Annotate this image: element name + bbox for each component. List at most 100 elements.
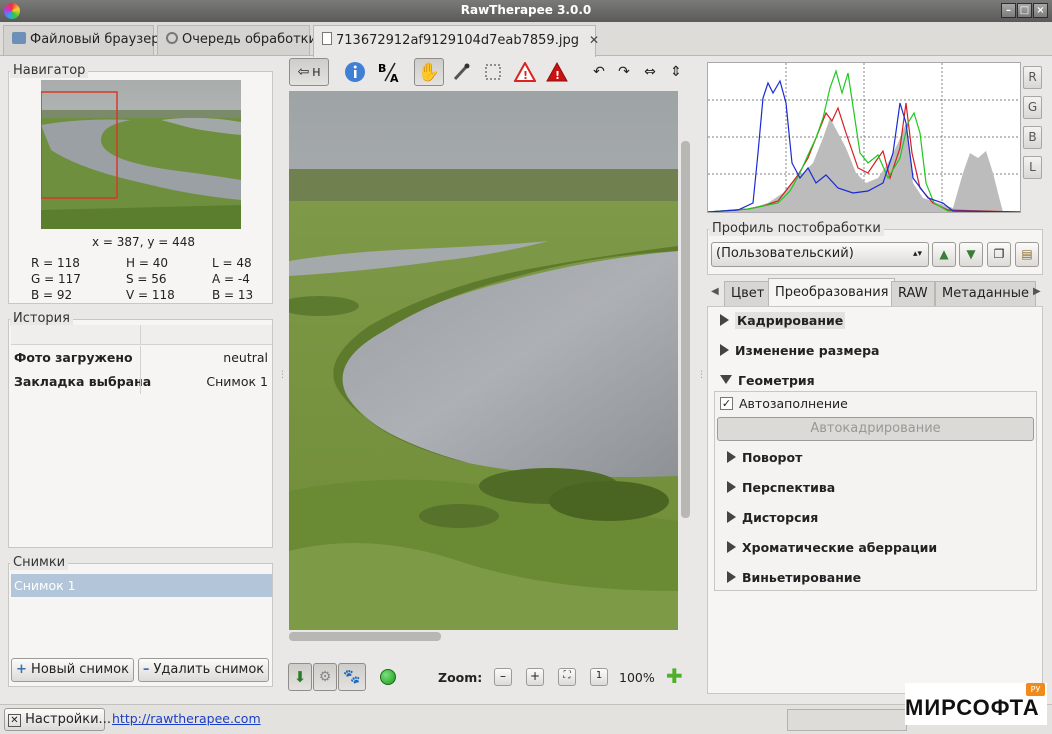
website-link[interactable]: http://rawtherapee.com (112, 711, 261, 726)
save-image-button[interactable]: ⬇ (288, 663, 312, 691)
histogram-luminance-toggle[interactable]: L (1023, 156, 1042, 179)
zoom-out-icon: – (500, 669, 506, 683)
navigator-thumbnail[interactable] (41, 80, 241, 229)
rotate-right-button[interactable]: ↷ (611, 58, 637, 86)
histogram-red-toggle[interactable]: R (1023, 66, 1042, 89)
cursor-coords: x = 387, y = 448 (92, 235, 196, 249)
load-profile-button[interactable]: ▲ (932, 242, 956, 267)
green-plus-icon: ✚ (666, 664, 683, 688)
history-action: Фото загружено (14, 350, 133, 365)
autofill-label: Автозаполнение (739, 396, 848, 411)
rotate-left-button[interactable]: ↶ (586, 58, 612, 86)
section-crop[interactable]: Кадрирование (720, 312, 846, 329)
tab-file-browser[interactable]: Файловый браузер (3, 25, 159, 55)
hide-left-panel-button[interactable]: ⇦ H (289, 58, 329, 86)
tab-batch-queue[interactable]: Очередь обработки (157, 25, 317, 55)
tab-editor[interactable]: 713672912af9129104d7eab7859.jpg ✕ (313, 25, 599, 57)
close-tab-icon[interactable]: ✕ (589, 33, 599, 47)
profile-select[interactable]: (Пользовательский) ▴▾ (711, 242, 929, 267)
history-row[interactable]: Закладка выбрана Снимок 1 (11, 370, 272, 394)
flip-horizontal-button[interactable]: ⇔ (637, 58, 663, 86)
history-row[interactable]: Фото загружено neutral (11, 346, 272, 370)
plus-icon: + (16, 662, 27, 677)
color-picker-button[interactable] (446, 58, 476, 86)
rotate-left-icon: ↶ (593, 64, 605, 80)
flip-vertical-button[interactable]: ⇕ (663, 58, 689, 86)
tab-transform[interactable]: Преобразования (768, 278, 896, 307)
shadow-clip-button[interactable]: ! (542, 58, 572, 86)
tab-raw[interactable]: RAW (891, 281, 935, 306)
before-after-button[interactable]: BA (374, 58, 404, 86)
vertical-scrollbar[interactable] (681, 141, 690, 518)
history-value: neutral (223, 350, 268, 365)
zoom-out-button[interactable]: – (494, 668, 512, 686)
section-chromatic-aberration[interactable]: Хроматические аберрации (727, 540, 937, 555)
crop-tool-button[interactable] (478, 58, 508, 86)
histogram-green-toggle[interactable]: G (1023, 96, 1042, 119)
section-geometry[interactable]: Геометрия (720, 373, 815, 388)
section-rotate[interactable]: Поворот (727, 450, 802, 465)
maximize-button[interactable]: □ (1017, 3, 1032, 18)
settings-button[interactable]: ✕ Настройки... (4, 708, 111, 731)
value-v: V = 118 (126, 288, 175, 302)
tab-label: Очередь обработки (182, 32, 317, 47)
tabs-scroll-left-icon[interactable]: ◀ (711, 286, 719, 297)
value-g: G = 117 (31, 272, 81, 286)
tabs-scroll-right-icon[interactable]: ▶ (1033, 286, 1041, 297)
histogram-blue-toggle[interactable]: B (1023, 126, 1042, 149)
tab-color[interactable]: Цвет (724, 281, 772, 306)
zoom-100-icon: 1 (595, 670, 603, 681)
highlight-clip-button[interactable]: ! (510, 58, 540, 86)
autocrop-button[interactable]: Автокадрирование (717, 417, 1034, 441)
eyedropper-icon (453, 63, 470, 81)
value-s: S = 56 (126, 272, 167, 286)
hide-panel-label: H (312, 65, 321, 79)
section-perspective[interactable]: Перспектива (727, 480, 835, 495)
queue-image-button[interactable]: ⚙ (313, 663, 337, 691)
pane-resize-handle[interactable]: ⋮ (278, 370, 287, 380)
section-resize[interactable]: Изменение размера (720, 343, 879, 358)
section-distortion[interactable]: Дисторсия (727, 510, 818, 525)
svg-text:!: ! (555, 69, 560, 82)
copy-icon: ❐ (993, 247, 1005, 261)
section-vignetting[interactable]: Виньетирование (727, 570, 861, 585)
save-profile-button[interactable]: ▼ (959, 242, 983, 267)
tab-metadata[interactable]: Метаданные (935, 281, 1036, 306)
image-preview[interactable] (279, 91, 678, 630)
gears-icon: ⚙ (318, 669, 332, 685)
hand-tool-button[interactable]: ✋ (414, 58, 444, 86)
profile-legend: Профиль постобработки (709, 221, 884, 236)
horizontal-scrollbar[interactable] (289, 632, 441, 641)
section-label: Перспектива (742, 480, 836, 495)
expander-right-icon (727, 511, 736, 523)
history-action: Закладка выбрана (14, 374, 152, 389)
snapshot-label: Снимок 1 (14, 578, 76, 593)
section-label: Дисторсия (742, 510, 819, 525)
minimize-button[interactable]: – (1001, 3, 1016, 18)
snapshot-list-item[interactable]: Снимок 1 (11, 574, 272, 597)
pane-resize-handle[interactable]: ⋮ (697, 370, 706, 380)
zoom-100-button[interactable]: 1 (590, 668, 608, 686)
zoom-in-button[interactable]: + (526, 668, 544, 686)
copy-profile-button[interactable]: ❐ (987, 242, 1011, 267)
send-to-editor-button[interactable]: 🐾 (338, 663, 366, 691)
status-indicator-icon (380, 669, 396, 685)
new-detail-window-button[interactable]: ✚ (666, 666, 683, 686)
histogram (707, 62, 1021, 213)
autofill-checkbox[interactable]: ✓ (720, 397, 733, 410)
history-value: Снимок 1 (206, 374, 268, 389)
zoom-fit-button[interactable]: ⛶ (558, 668, 576, 686)
save-icon: ⬇ (293, 668, 307, 686)
new-snapshot-button[interactable]: + Новый снимок (11, 658, 134, 682)
close-window-button[interactable]: × (1033, 3, 1048, 18)
paste-icon: ▤ (1021, 247, 1033, 261)
value-r: R = 118 (31, 256, 80, 270)
warning-filled-icon: ! (546, 62, 568, 82)
watermark-text: МИРСОФТА (905, 695, 1040, 720)
paste-profile-button[interactable]: ▤ (1015, 242, 1039, 267)
history-header (11, 325, 272, 345)
file-icon (322, 32, 332, 45)
info-button[interactable] (340, 58, 370, 86)
value-b-lab: B = 13 (212, 288, 254, 302)
delete-snapshot-button[interactable]: – Удалить снимок (138, 658, 269, 682)
